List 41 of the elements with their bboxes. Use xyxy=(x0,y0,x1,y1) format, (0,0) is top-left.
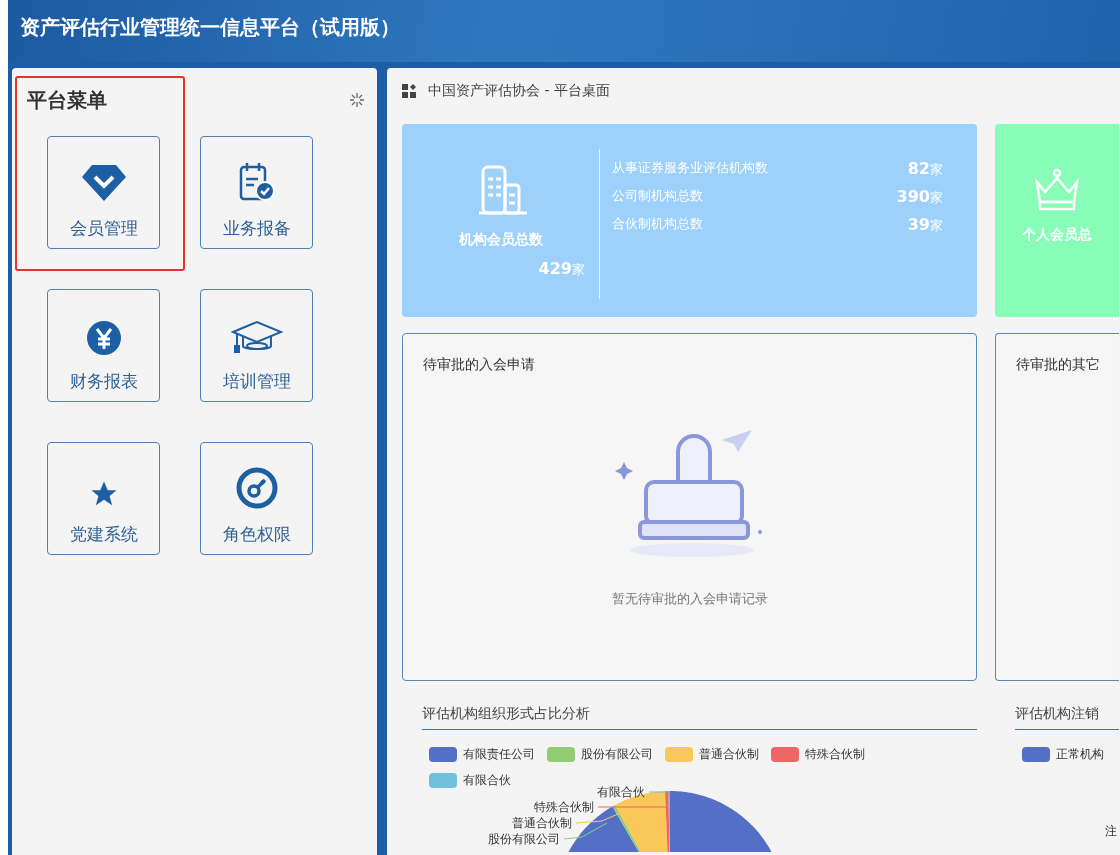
legend-label[interactable]: 有限合伙 xyxy=(463,771,511,789)
slice-label: 股份有限公司 xyxy=(488,832,560,846)
legend-label[interactable]: 普通合伙制 xyxy=(699,745,759,763)
chart-note: 注 xyxy=(1105,823,1117,840)
card-title: 待审批的入会申请 xyxy=(423,356,535,374)
stat-value: 39家 xyxy=(907,215,943,235)
card-title: 待审批的其它 xyxy=(1016,356,1100,374)
slice-label: 特殊合伙制 xyxy=(534,800,594,814)
legend-label[interactable]: 正常机构 xyxy=(1056,745,1104,763)
slice-label: 普通合伙制 xyxy=(512,816,572,830)
sidebar-title: 平台菜单 xyxy=(27,86,107,114)
menu-tile[interactable]: 角色权限 xyxy=(200,442,313,555)
slice-label: 有限合伙 xyxy=(597,786,645,799)
stat-label: 合伙制机构总数 xyxy=(612,215,703,233)
stat-value: 82家 xyxy=(907,159,943,179)
grid-icon xyxy=(402,84,416,98)
legend-label[interactable]: 特殊合伙制 xyxy=(805,745,865,763)
menu-tile[interactable]: 党建系统 xyxy=(47,442,160,555)
card-title: 机构会员总数 xyxy=(458,231,543,249)
collapse-icon[interactable] xyxy=(349,92,365,108)
menu-tile[interactable]: 会员管理 xyxy=(47,136,160,249)
chart-title: 评估机构注销 xyxy=(1015,705,1119,730)
legend-label[interactable]: 有限责任公司 xyxy=(463,745,535,763)
total-count: 429家 xyxy=(538,259,585,279)
menu-tile[interactable]: 财务报表 xyxy=(47,289,160,402)
graduation-cap-icon xyxy=(230,320,283,356)
yen-icon xyxy=(85,320,122,356)
card-title: 个人会员总 xyxy=(1022,226,1092,244)
empty-message: 暂无待审批的入会申请记录 xyxy=(611,590,768,608)
menu-tile[interactable]: 培训管理 xyxy=(200,289,313,402)
breadcrumb-text: 中国资产评估协会 - 平台桌面 xyxy=(428,82,610,100)
key-circle-icon xyxy=(235,467,278,509)
chart-title: 评估机构组织形式占比分析 xyxy=(422,705,977,730)
stat-label: 公司制机构总数 xyxy=(612,187,703,205)
crown-icon xyxy=(1034,168,1080,212)
app-title: 资产评估行业管理统一信息平台（试用版） xyxy=(20,14,400,41)
stat-value: 390家 xyxy=(896,187,943,207)
legend-label[interactable]: 股份有限公司 xyxy=(581,745,653,763)
menu-tile[interactable]: 业务报备 xyxy=(200,136,313,249)
diamond-icon xyxy=(79,163,128,203)
stat-label: 从事证券服务业评估机构数 xyxy=(612,159,768,177)
